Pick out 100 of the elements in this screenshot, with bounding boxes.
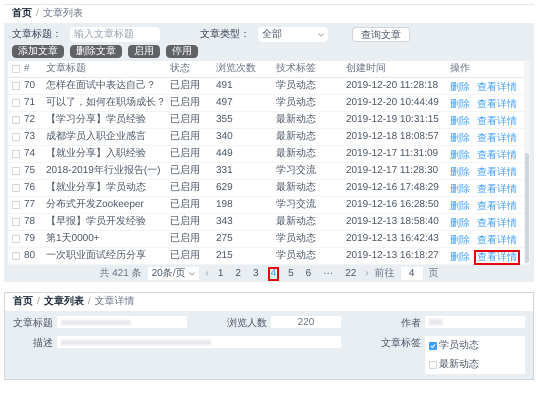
toolbar-button[interactable]: 添加文章 bbox=[12, 45, 64, 58]
details-link[interactable]: 查看详情 bbox=[474, 182, 520, 197]
delete-link[interactable]: 删除 bbox=[450, 99, 470, 110]
breadcrumb-item[interactable]: 首页 bbox=[12, 9, 32, 19]
delete-link[interactable]: 删除 bbox=[450, 218, 470, 229]
checkbox[interactable] bbox=[429, 342, 437, 350]
checkbox[interactable] bbox=[12, 184, 20, 192]
delete-link[interactable]: 删除 bbox=[450, 184, 470, 195]
table-cell: 学习交流 bbox=[276, 196, 346, 214]
checkbox[interactable] bbox=[12, 150, 20, 158]
page-button[interactable]: 4 bbox=[268, 266, 280, 280]
table-cell: 一次职业面试经历分享 bbox=[46, 248, 170, 264]
checkbox[interactable] bbox=[12, 218, 20, 226]
tag-option-label: 最新动态 bbox=[439, 358, 479, 372]
table-cell: 76 bbox=[24, 180, 46, 196]
table-cell: 198 bbox=[216, 196, 276, 214]
table-cell: 2019-12-20 11:28:18 bbox=[346, 78, 450, 94]
delete-link[interactable]: 删除 bbox=[450, 150, 470, 161]
table-cell: 80 bbox=[24, 248, 46, 264]
table-cell: 已启用 bbox=[170, 214, 216, 230]
title-input-field[interactable]: 输入文章标题 bbox=[70, 27, 160, 42]
checkbox[interactable] bbox=[12, 133, 20, 141]
column-header: # bbox=[24, 61, 46, 78]
column-header[interactable]: 浏览次数 bbox=[216, 61, 276, 78]
checkbox[interactable] bbox=[12, 167, 20, 175]
page-button[interactable]: 3 bbox=[250, 266, 262, 280]
checkbox[interactable] bbox=[12, 82, 20, 90]
details-link[interactable]: 查看详情 bbox=[474, 80, 520, 95]
delete-link[interactable]: 删除 bbox=[450, 116, 470, 127]
page-button[interactable]: 6 bbox=[302, 266, 314, 280]
search-button[interactable]: 查询文章 bbox=[352, 27, 410, 42]
checkbox[interactable] bbox=[12, 235, 20, 243]
table-cell: 2019-12-16 16:28:50 bbox=[346, 196, 450, 214]
table-cell: 355 bbox=[216, 112, 276, 128]
filter-label: 文章类型： bbox=[200, 28, 250, 42]
table-cell: 最新动态 bbox=[276, 112, 346, 128]
checkbox[interactable] bbox=[12, 99, 20, 107]
details-link[interactable]: 查看详情 bbox=[474, 148, 520, 163]
page-button[interactable]: ··· bbox=[320, 266, 336, 280]
table-cell: 70 bbox=[24, 78, 46, 94]
table-cell: 怎样在面试中表达自己？ bbox=[46, 78, 170, 94]
delete-link[interactable]: 删除 bbox=[450, 252, 470, 263]
delete-link[interactable]: 删除 bbox=[450, 167, 470, 178]
table-cell: 已启用 bbox=[170, 196, 216, 214]
details-link[interactable]: 查看详情 bbox=[474, 250, 520, 265]
page-button[interactable]: 1 bbox=[214, 266, 226, 280]
table-cell: 2018-2019年行业报告(一) bbox=[46, 162, 170, 180]
toolbar-button[interactable]: 停用 bbox=[166, 45, 198, 58]
table-cell: 已启用 bbox=[170, 162, 216, 180]
type-select[interactable]: 全部 bbox=[258, 27, 328, 42]
delete-link[interactable]: 删除 bbox=[450, 235, 470, 246]
table-cell: 【就业分享】学员动态 bbox=[46, 180, 170, 196]
page-size-select[interactable]: 20条/页 bbox=[148, 267, 200, 280]
delete-link[interactable]: 删除 bbox=[450, 133, 470, 144]
prev-page-button[interactable]: ‹ bbox=[205, 268, 209, 278]
chevron-down-icon bbox=[189, 272, 196, 276]
breadcrumb-item[interactable]: 文章列表 bbox=[44, 297, 84, 307]
delete-link[interactable]: 删除 bbox=[450, 82, 470, 93]
checkbox[interactable] bbox=[12, 116, 20, 124]
title-input-field[interactable] bbox=[57, 316, 187, 328]
column-header[interactable]: 文章标题 bbox=[46, 61, 170, 78]
details-link[interactable]: 查看详情 bbox=[474, 114, 520, 129]
table-cell: 71 bbox=[24, 94, 46, 112]
next-page-button[interactable]: › bbox=[365, 268, 369, 278]
table-cell: 2019-12-13 16:18:27 bbox=[346, 248, 450, 264]
table-cell: 已启用 bbox=[170, 146, 216, 162]
details-link[interactable]: 查看详情 bbox=[474, 97, 520, 112]
table-cell: 学习交流 bbox=[276, 162, 346, 180]
author-input-field[interactable] bbox=[425, 316, 525, 328]
table-cell: 74 bbox=[24, 146, 46, 162]
field-label: 浏览人数 bbox=[227, 316, 267, 331]
description-input-field[interactable] bbox=[57, 336, 341, 348]
column-header[interactable]: 状态 bbox=[170, 61, 216, 78]
delete-link[interactable]: 删除 bbox=[450, 201, 470, 212]
column-header[interactable]: 创建时间 bbox=[346, 61, 450, 78]
page-input-field[interactable]: 4 bbox=[400, 267, 423, 280]
checkbox[interactable] bbox=[12, 252, 20, 260]
details-link[interactable]: 查看详情 bbox=[474, 131, 520, 146]
details-link[interactable]: 查看详情 bbox=[474, 216, 520, 231]
checkbox[interactable] bbox=[12, 201, 20, 209]
field-label: 文章标题 bbox=[13, 316, 53, 331]
toolbar-button[interactable]: 启用 bbox=[128, 45, 160, 58]
toolbar-button[interactable]: 删除文章 bbox=[70, 45, 122, 58]
table-cell: 最新动态 bbox=[276, 214, 346, 230]
checkbox[interactable] bbox=[429, 360, 437, 368]
column-header[interactable]: 技术标签 bbox=[276, 61, 346, 78]
page-button[interactable]: 2 bbox=[232, 266, 244, 280]
details-link[interactable]: 查看详情 bbox=[474, 165, 520, 180]
details-link[interactable]: 查看详情 bbox=[474, 233, 520, 248]
views-number-field[interactable]: 220 bbox=[271, 316, 341, 328]
table-cell: 已启用 bbox=[170, 94, 216, 112]
page-button[interactable]: 5 bbox=[285, 266, 297, 280]
table-cell: 已启用 bbox=[170, 112, 216, 128]
details-link[interactable]: 查看详情 bbox=[474, 199, 520, 214]
page-button[interactable]: 22 bbox=[342, 266, 360, 280]
checkbox[interactable] bbox=[12, 65, 20, 73]
breadcrumb-item[interactable]: 首页 bbox=[13, 297, 33, 307]
table-cell: 449 bbox=[216, 146, 276, 162]
table-cell: 最新动态 bbox=[276, 180, 346, 196]
table-cell: 340 bbox=[216, 128, 276, 146]
